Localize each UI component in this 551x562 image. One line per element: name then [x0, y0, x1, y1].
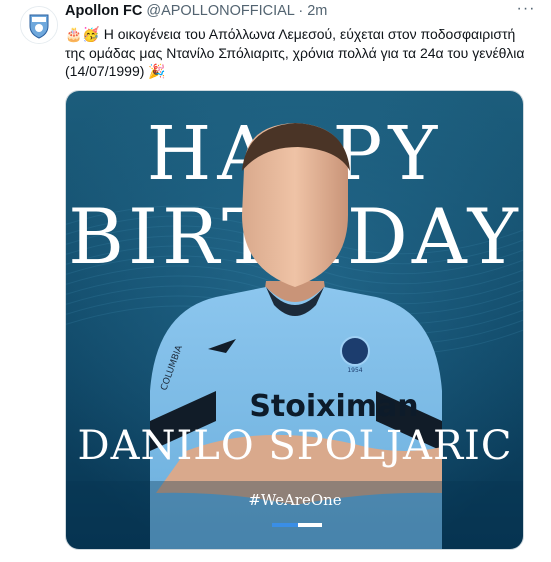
- emoji-prefix: 🎂🥳: [65, 26, 100, 42]
- shirt-sponsor: Stoiximan: [249, 389, 418, 424]
- hashtag: #WeAreOne: [248, 491, 341, 509]
- accent-bar-white: [298, 523, 322, 527]
- player-name: DANILO SPOLJARIC: [78, 423, 513, 469]
- more-options-button[interactable]: ···: [515, 0, 537, 20]
- author-avatar[interactable]: [20, 6, 58, 44]
- apollon-crest-icon: [21, 7, 57, 43]
- emoji-suffix: 🎉: [148, 63, 166, 79]
- club-badge-icon: [340, 336, 370, 366]
- tweet-time[interactable]: 2m: [307, 3, 327, 19]
- tweet-body: Η οικογένεια του Απόλλωνα Λεμεσού, εύχετ…: [65, 26, 525, 79]
- badge-year: 1954: [347, 367, 362, 374]
- tweet[interactable]: Apollon FC @APOLLONOFFICIAL · 2m ··· 🎂🥳 …: [0, 0, 551, 562]
- birthday-graphic: HAPPY BIRTHDAY 1954 Stoiximan COLUMBIA D…: [66, 91, 523, 549]
- author-handle[interactable]: @APOLLONOFFICIAL: [146, 3, 294, 19]
- tweet-header: Apollon FC @APOLLONOFFICIAL · 2m: [65, 3, 521, 23]
- tweet-image[interactable]: HAPPY BIRTHDAY 1954 Stoiximan COLUMBIA D…: [65, 90, 524, 550]
- tweet-text: 🎂🥳 Η οικογένεια του Απόλλωνα Λεμεσού, εύ…: [65, 25, 535, 81]
- separator-dot: ·: [298, 3, 304, 19]
- accent-bar-blue: [272, 523, 298, 527]
- author-name[interactable]: Apollon FC: [65, 3, 142, 19]
- ellipsis-icon: ···: [516, 0, 536, 17]
